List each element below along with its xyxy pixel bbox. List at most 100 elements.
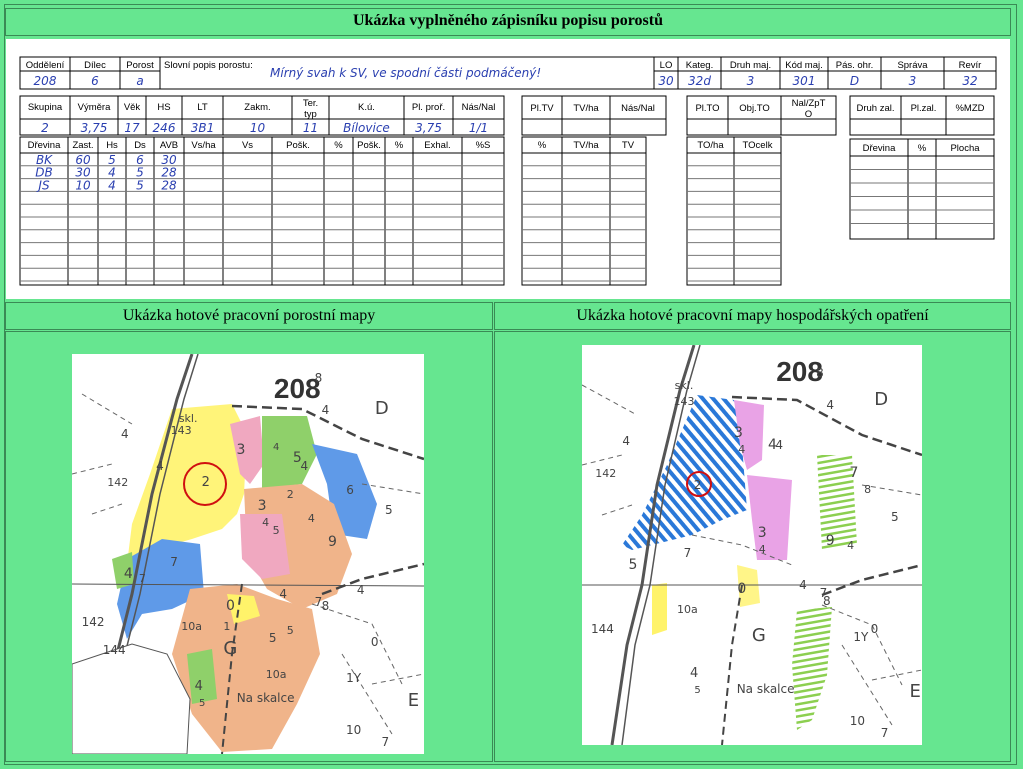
map-label: skl. [675,379,694,392]
map-label: 7 [684,546,692,560]
map-label: 4 [124,566,133,582]
left-map-title: Ukázka hotové pracovní porostní mapy [122,307,376,324]
map-label: 5 [629,557,638,573]
right-map-title: Ukázka hotové pracovní mapy hospodářskýc… [576,307,929,324]
field-label: Pl.zal. [911,103,937,114]
field-value: 3,75 [415,121,442,135]
map-label: 1Y [853,630,869,644]
map-label: 5 [269,631,277,645]
map-label: 4 [768,437,777,453]
field-label: Nás/Nal [621,103,655,114]
map-label: 7 [170,555,178,569]
species-header: Zast. [72,140,93,151]
management-map-drawing: 20884 D4 45142skl.14334 4278349 4750 47810a14… [581,344,923,746]
map-label: 8 [864,483,871,496]
field-label: Věk [124,102,141,113]
field-label: Pl.TO [695,103,719,114]
field-label: typ [304,109,317,120]
map-label: 10a [266,668,287,681]
map-label: 0 [226,598,235,614]
field-value: D [850,74,859,88]
map-label: 142 [107,476,128,489]
map-label: 3 [236,442,245,458]
species-table-frame [19,136,505,286]
field-label: Nás/Nal [462,102,496,113]
map-label: 2 [202,475,210,490]
field-value: 30 [658,74,674,88]
field-label: Oddělení [26,60,65,71]
map-label: 144 [591,622,614,636]
species-cell: JS [36,178,50,192]
field-value: 10 [250,121,266,135]
map-label: 2 [694,478,702,492]
field-label: Slovní popis porostu: [164,60,253,71]
map-label: 143 [171,424,192,437]
field-label: O [805,109,812,120]
map-label: 9 [826,533,835,549]
map-label: 3 [734,425,743,441]
field-value: 11 [303,121,318,135]
map-label: 9 [328,534,337,550]
page-title: Ukázka vyplněného zápisníku popisu poros… [352,12,664,29]
field-label: Druh zal. [856,103,894,114]
species-header: AVB [160,140,178,151]
map-label: 142 [82,615,105,629]
zal-header: Dřevina [863,143,896,154]
field-label: %MZD [955,103,984,114]
map-label: 10a [677,603,698,616]
field-label: Pás. ohr. [836,60,874,71]
map-label: 1Y [346,671,362,685]
field-label: Skupina [28,102,63,113]
field-label: HS [157,102,170,113]
map-label: 0 [371,635,379,649]
field-value: 208 [34,74,57,88]
map-label: 5 [694,685,700,696]
field-label: Druh maj. [730,60,771,71]
stand-description-form: Oddělení 208 Dílec 6 Porost a Slovní popis por… [6,39,1010,299]
map-label: 8 [315,371,323,385]
map-label: D [874,389,888,410]
field-label: Pl. proř. [412,102,445,113]
map-label: 8 [322,599,330,613]
map-label: 4 [195,679,203,694]
field-value: 32 [962,74,977,88]
field-label: LT [197,102,208,113]
field-label: Výměra [78,102,111,113]
map-label: 143 [674,395,695,408]
map-label: 5 [287,624,294,637]
species-header: Vs/ha [191,140,216,151]
map-label: 6 [346,483,354,497]
field-value: 6 [91,74,99,88]
field-value: Bílovice [343,121,390,135]
map-label: 3 [258,498,267,514]
species-header: Pošk. [286,140,310,151]
map-label: 4 [738,443,745,456]
map-label: 7 [139,572,146,585]
field-label: Revír [959,60,982,71]
map-label: 5 [891,510,899,524]
stand-map-drawing: 20884 D445142skl.143425433452 64974 7047 854… [71,353,425,755]
map-label: G [752,625,766,646]
map-label: 7 [381,735,389,749]
map-label: Na skalce [237,691,295,705]
field-value: 2 [41,121,49,135]
field-label: Kateg. [686,60,713,71]
field-label: Ter. [303,98,318,109]
map-label: 4 [322,403,330,417]
map-label: 4 [279,587,287,601]
field-label: Obj.TO [739,103,769,114]
management-map: 208 8 4 D 4 4 5 142 skl. 143 3 4 4 2 7 8 3 4 9 4 7 5 0 4 7 8 10a 14… [581,344,923,746]
field-label: Dílec [84,60,106,71]
field-label: Zakm. [244,102,270,113]
field-label: Správa [897,60,928,71]
field-value: 301 [793,74,816,88]
mgmt-patch-yellow [652,583,667,635]
map-label: 4 [690,666,698,681]
species-cell: 28 [161,178,177,192]
map-label: 5 [199,698,205,709]
map-boundary-vertical [721,584,743,746]
field-label: LO [660,60,673,71]
species-header: Hs [106,140,118,151]
field-value: 1/1 [469,121,488,135]
map-label: 4 [622,434,630,448]
